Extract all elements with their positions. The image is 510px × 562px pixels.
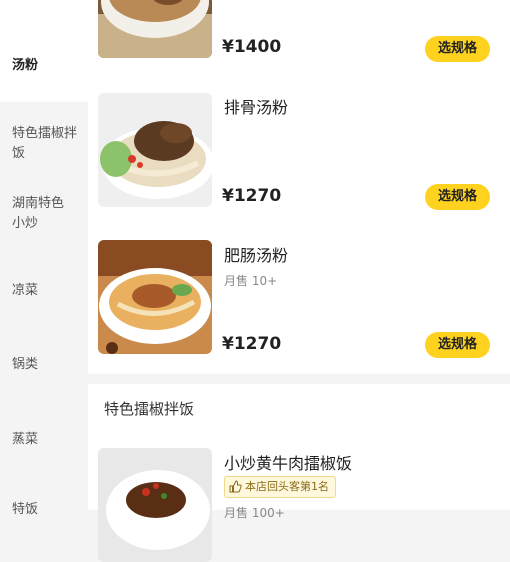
sidebar-item-label: 汤粉 bbox=[12, 58, 39, 73]
sidebar-item-pot-dishes[interactable]: 锅类 bbox=[0, 355, 88, 375]
menu-item[interactable]: 肥肠汤粉 月售 10+ ¥1270 选规格 bbox=[88, 228, 510, 374]
section-divider bbox=[88, 374, 510, 384]
dish-name: 肥肠汤粉 bbox=[224, 246, 289, 265]
section-title: 特色擂椒拌饭 bbox=[104, 400, 195, 418]
select-spec-button[interactable]: 选规格 bbox=[425, 184, 490, 210]
select-spec-button[interactable]: 选规格 bbox=[425, 36, 490, 62]
monthly-sales: 月售 10+ bbox=[224, 274, 278, 288]
sidebar-top-strip bbox=[0, 0, 88, 30]
rank-badge: 本店回头客第1名 bbox=[224, 476, 336, 498]
price: ¥1270 bbox=[222, 334, 282, 354]
sidebar-item-cold-dishes[interactable]: 凉菜 bbox=[0, 281, 88, 301]
rank-text: 本店回头客第1名 bbox=[245, 480, 329, 493]
rice-dish-icon bbox=[98, 448, 212, 562]
monthly-sales: 月售 100+ bbox=[224, 506, 285, 520]
noodle-soup-icon bbox=[98, 240, 212, 354]
price: ¥1270 bbox=[222, 186, 282, 206]
sidebar-item-special-rice[interactable]: 特饭 bbox=[0, 500, 88, 520]
menu-item[interactable]: 小炒黄牛肉擂椒饭 本店回头客第1名 月售 100+ bbox=[88, 436, 510, 562]
sidebar-item-label: 凉菜 bbox=[12, 283, 39, 298]
dish-name: 小炒黄牛肉擂椒饭 bbox=[224, 454, 353, 473]
noodle-soup-icon bbox=[98, 0, 212, 58]
sidebar-item-label: 特色擂椒拌饭 bbox=[12, 126, 78, 161]
sidebar-item-label: 湖南特色小炒 bbox=[12, 196, 65, 231]
menu-item[interactable]: 排骨汤粉 ¥1270 选规格 bbox=[88, 80, 510, 220]
price: ¥1400 bbox=[222, 37, 282, 57]
thumbs-up-icon bbox=[229, 480, 242, 493]
noodle-soup-icon bbox=[98, 93, 212, 207]
sidebar-item-tangfen[interactable]: 汤粉 bbox=[0, 30, 88, 102]
sidebar-item-steamed-dishes[interactable]: 蒸菜 bbox=[0, 430, 88, 450]
sidebar-item-leijiao-rice[interactable]: 特色擂椒拌饭 bbox=[0, 124, 84, 164]
menu-content: ¥1400 选规格 排骨汤粉 ¥1270 选规格 肥肠汤粉 月售 10+ ¥12… bbox=[88, 0, 510, 562]
sidebar-item-label: 锅类 bbox=[12, 357, 39, 372]
sidebar-item-label: 蒸菜 bbox=[12, 432, 39, 447]
category-sidebar: 汤粉 特色擂椒拌饭 湖南特色小炒 凉菜 锅类 蒸菜 特饭 bbox=[0, 0, 88, 517]
select-spec-button[interactable]: 选规格 bbox=[425, 332, 490, 358]
sidebar-item-hunan-stirfry[interactable]: 湖南特色小炒 bbox=[0, 194, 84, 234]
dish-name: 排骨汤粉 bbox=[224, 98, 289, 117]
menu-item[interactable]: ¥1400 选规格 bbox=[88, 0, 510, 80]
